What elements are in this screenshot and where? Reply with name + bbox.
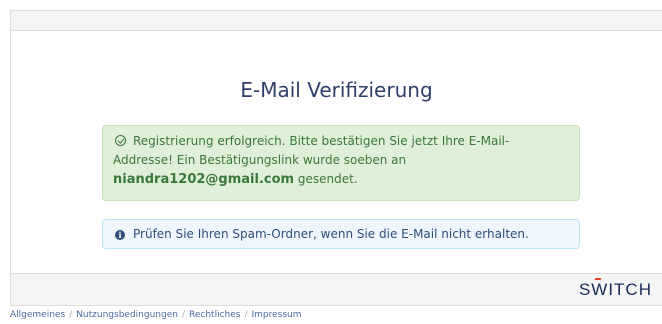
- switch-logo: SWITCH: [578, 280, 652, 299]
- check-circle-icon: [115, 135, 126, 146]
- footer-link-impressum[interactable]: Impressum: [252, 310, 302, 320]
- footer-link-allgemeines[interactable]: Allgemeines: [10, 310, 65, 320]
- panel-header: [11, 11, 662, 31]
- success-message: Registrierung erfolgreich. Bitte bestäti…: [113, 134, 510, 167]
- footer-link-rechtliches[interactable]: Rechtliches: [189, 310, 240, 320]
- verification-panel: E-Mail Verifizierung Registrierung erfol…: [10, 10, 662, 306]
- success-alert: Registrierung erfolgreich. Bitte bestäti…: [102, 125, 580, 201]
- footer-link-nutzungsbedingungen[interactable]: Nutzungsbedingungen: [76, 310, 178, 320]
- footer-links: Allgemeines / Nutzungsbedingungen / Rechtlic…: [10, 310, 302, 320]
- footer-separator: /: [181, 310, 185, 320]
- email-address: niandra1202@gmail.com: [113, 172, 295, 187]
- panel-footer: SWITCH: [11, 273, 662, 305]
- success-message-end: gesendet.: [297, 172, 358, 186]
- footer-separator: /: [244, 310, 248, 320]
- info-alert: i Prüfen Sie Ihren Spam-Ordner, wenn Sie …: [102, 219, 580, 249]
- info-message: Prüfen Sie Ihren Spam-Ordner, wenn Sie d…: [133, 227, 529, 241]
- page-title: E-Mail Verifizierung: [240, 78, 433, 102]
- footer-separator: /: [69, 310, 73, 320]
- info-circle-icon: i: [115, 230, 125, 240]
